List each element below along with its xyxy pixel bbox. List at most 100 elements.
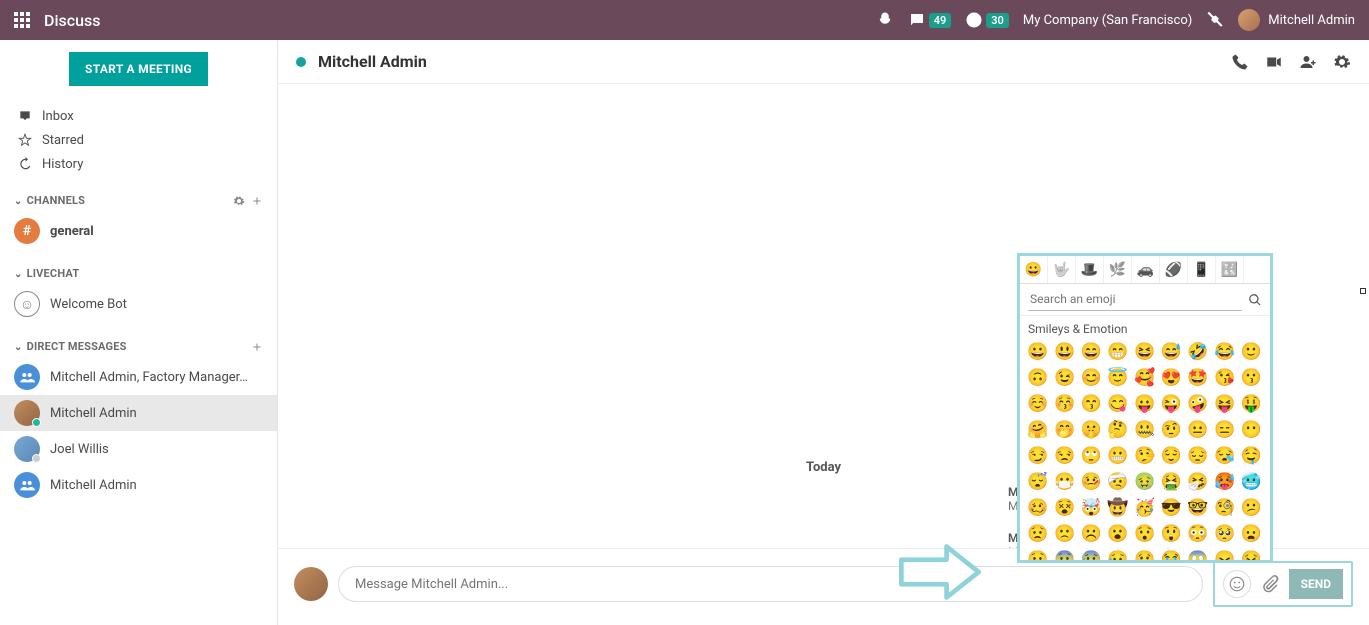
channel-general[interactable]: # general — [0, 213, 277, 249]
emoji-cell[interactable]: 😦 — [1239, 522, 1263, 546]
tools-icon[interactable] — [1206, 11, 1224, 29]
emoji-cell[interactable]: 😁 — [1106, 340, 1130, 364]
apps-icon[interactable] — [14, 12, 30, 28]
add-user-icon[interactable] — [1299, 53, 1317, 71]
emoji-button[interactable] — [1223, 570, 1251, 598]
activities-indicator[interactable]: 30 — [965, 11, 1009, 29]
dm-header[interactable]: ⌄DIRECT MESSAGES — [0, 334, 277, 359]
emoji-cell[interactable]: 🥳 — [1133, 496, 1157, 520]
emoji-cell[interactable]: 😋 — [1106, 392, 1130, 416]
emoji-list[interactable]: Smileys & Emotion 😀😃😄😁😆😅🤣😂🙂🙃😉😊😇🥰😍🤩😘😗☺️😚😙… — [1020, 316, 1270, 560]
plus-icon[interactable] — [251, 341, 263, 353]
emoji-cell[interactable]: 😵 — [1053, 496, 1077, 520]
livechat-header[interactable]: ⌄LIVECHAT — [0, 261, 277, 286]
emoji-cell[interactable]: 🤔 — [1106, 418, 1130, 442]
emoji-cell[interactable]: 🧐 — [1213, 496, 1237, 520]
emoji-cell[interactable]: 😔 — [1186, 444, 1210, 468]
messages-indicator[interactable]: 49 — [908, 11, 952, 29]
emoji-cell[interactable]: 🤒 — [1079, 470, 1103, 494]
emoji-cell[interactable]: 😖 — [1213, 548, 1237, 560]
emoji-tab-objects[interactable]: 📱 — [1188, 256, 1216, 283]
emoji-cell[interactable]: 😯 — [1133, 522, 1157, 546]
emoji-cell[interactable]: 🤓 — [1186, 496, 1210, 520]
emoji-tab-people[interactable]: 🤟 — [1048, 256, 1076, 283]
emoji-cell[interactable]: 😃 — [1053, 340, 1077, 364]
emoji-cell[interactable]: 😌 — [1159, 444, 1183, 468]
emoji-cell[interactable]: 🤩 — [1186, 366, 1210, 390]
emoji-cell[interactable]: 🤯 — [1079, 496, 1103, 520]
plus-icon[interactable] — [251, 195, 263, 207]
emoji-cell[interactable]: 😎 — [1159, 496, 1183, 520]
voip-icon[interactable] — [876, 11, 894, 29]
emoji-cell[interactable]: 🤫 — [1079, 418, 1103, 442]
emoji-cell[interactable]: 😘 — [1213, 366, 1237, 390]
emoji-tab-activities[interactable]: 🏈 — [1160, 256, 1188, 283]
sidebar-inbox[interactable]: Inbox — [0, 104, 277, 128]
emoji-cell[interactable]: ☺️ — [1026, 392, 1050, 416]
dm-group-chat[interactable]: Mitchell Admin, Factory Manager, inv... — [0, 359, 277, 395]
emoji-cell[interactable]: 😳 — [1186, 522, 1210, 546]
emoji-cell[interactable]: 🤮 — [1159, 470, 1183, 494]
emoji-cell[interactable]: 😕 — [1239, 496, 1263, 520]
emoji-cell[interactable]: 🤧 — [1186, 470, 1210, 494]
emoji-cell[interactable]: 🤕 — [1106, 470, 1130, 494]
emoji-cell[interactable]: 🤢 — [1133, 470, 1157, 494]
attachment-icon[interactable] — [1261, 575, 1279, 593]
emoji-cell[interactable]: 😰 — [1079, 548, 1103, 560]
sidebar-history[interactable]: History — [0, 152, 277, 176]
emoji-cell[interactable]: 😇 — [1106, 366, 1130, 390]
emoji-cell[interactable]: 🥴 — [1026, 496, 1050, 520]
emoji-cell[interactable]: 😮 — [1106, 522, 1130, 546]
emoji-cell[interactable]: 😥 — [1106, 548, 1130, 560]
emoji-cell[interactable]: 😪 — [1213, 444, 1237, 468]
emoji-cell[interactable]: 😆 — [1133, 340, 1157, 364]
emoji-cell[interactable]: 😨 — [1053, 548, 1077, 560]
emoji-cell[interactable]: 🤐 — [1133, 418, 1157, 442]
emoji-search-input[interactable] — [1028, 288, 1242, 311]
gear-icon[interactable] — [1333, 53, 1351, 71]
emoji-cell[interactable]: 😏 — [1026, 444, 1050, 468]
emoji-tab-travel[interactable]: 🚗 — [1132, 256, 1160, 283]
dm-joel-willis[interactable]: Joel Willis — [0, 431, 277, 467]
emoji-cell[interactable]: 😲 — [1159, 522, 1183, 546]
dm-mitchell-admin[interactable]: Mitchell Admin — [0, 395, 277, 431]
dm-mitchell-admin-2[interactable]: Mitchell Admin — [0, 467, 277, 503]
livechat-welcome-bot[interactable]: ☺ Welcome Bot — [0, 286, 277, 322]
video-icon[interactable] — [1265, 53, 1283, 71]
emoji-cell[interactable]: 😅 — [1159, 340, 1183, 364]
user-menu[interactable]: Mitchell Admin — [1238, 9, 1355, 31]
emoji-cell[interactable]: 😴 — [1026, 470, 1050, 494]
emoji-cell[interactable]: 🤥 — [1133, 444, 1157, 468]
emoji-cell[interactable]: 😢 — [1133, 548, 1157, 560]
emoji-cell[interactable]: 😑 — [1213, 418, 1237, 442]
phone-icon[interactable] — [1231, 53, 1249, 71]
emoji-cell[interactable]: 😒 — [1053, 444, 1077, 468]
company-switcher[interactable]: My Company (San Francisco) — [1023, 13, 1192, 28]
emoji-cell[interactable]: 🙄 — [1079, 444, 1103, 468]
emoji-cell[interactable]: 🤗 — [1026, 418, 1050, 442]
emoji-tab-nature[interactable]: 🌿 — [1104, 256, 1132, 283]
emoji-cell[interactable]: 🤠 — [1106, 496, 1130, 520]
emoji-cell[interactable]: 😚 — [1053, 392, 1077, 416]
emoji-cell[interactable]: 😄 — [1079, 340, 1103, 364]
emoji-cell[interactable]: 🥶 — [1239, 470, 1263, 494]
emoji-cell[interactable]: 🙁 — [1053, 522, 1077, 546]
send-button[interactable]: SEND — [1289, 569, 1343, 599]
emoji-cell[interactable]: 🤪 — [1186, 392, 1210, 416]
emoji-cell[interactable]: 😗 — [1239, 366, 1263, 390]
emoji-cell[interactable]: 😝 — [1213, 392, 1237, 416]
emoji-cell[interactable]: 😀 — [1026, 340, 1050, 364]
emoji-cell[interactable]: 🥰 — [1133, 366, 1157, 390]
sidebar-starred[interactable]: Starred — [0, 128, 277, 152]
emoji-tab-clothing[interactable]: 🎩 — [1076, 256, 1104, 283]
emoji-cell[interactable]: 🤭 — [1053, 418, 1077, 442]
emoji-cell[interactable]: 🤤 — [1239, 444, 1263, 468]
gear-icon[interactable] — [233, 195, 245, 207]
emoji-cell[interactable]: 🥺 — [1213, 522, 1237, 546]
start-meeting-button[interactable]: START A MEETING — [69, 52, 208, 86]
emoji-cell[interactable]: 🙂 — [1239, 340, 1263, 364]
emoji-cell[interactable]: 😍 — [1159, 366, 1183, 390]
emoji-cell[interactable]: 😣 — [1239, 548, 1263, 560]
emoji-cell[interactable]: ☹️ — [1079, 522, 1103, 546]
emoji-cell[interactable]: 😂 — [1213, 340, 1237, 364]
